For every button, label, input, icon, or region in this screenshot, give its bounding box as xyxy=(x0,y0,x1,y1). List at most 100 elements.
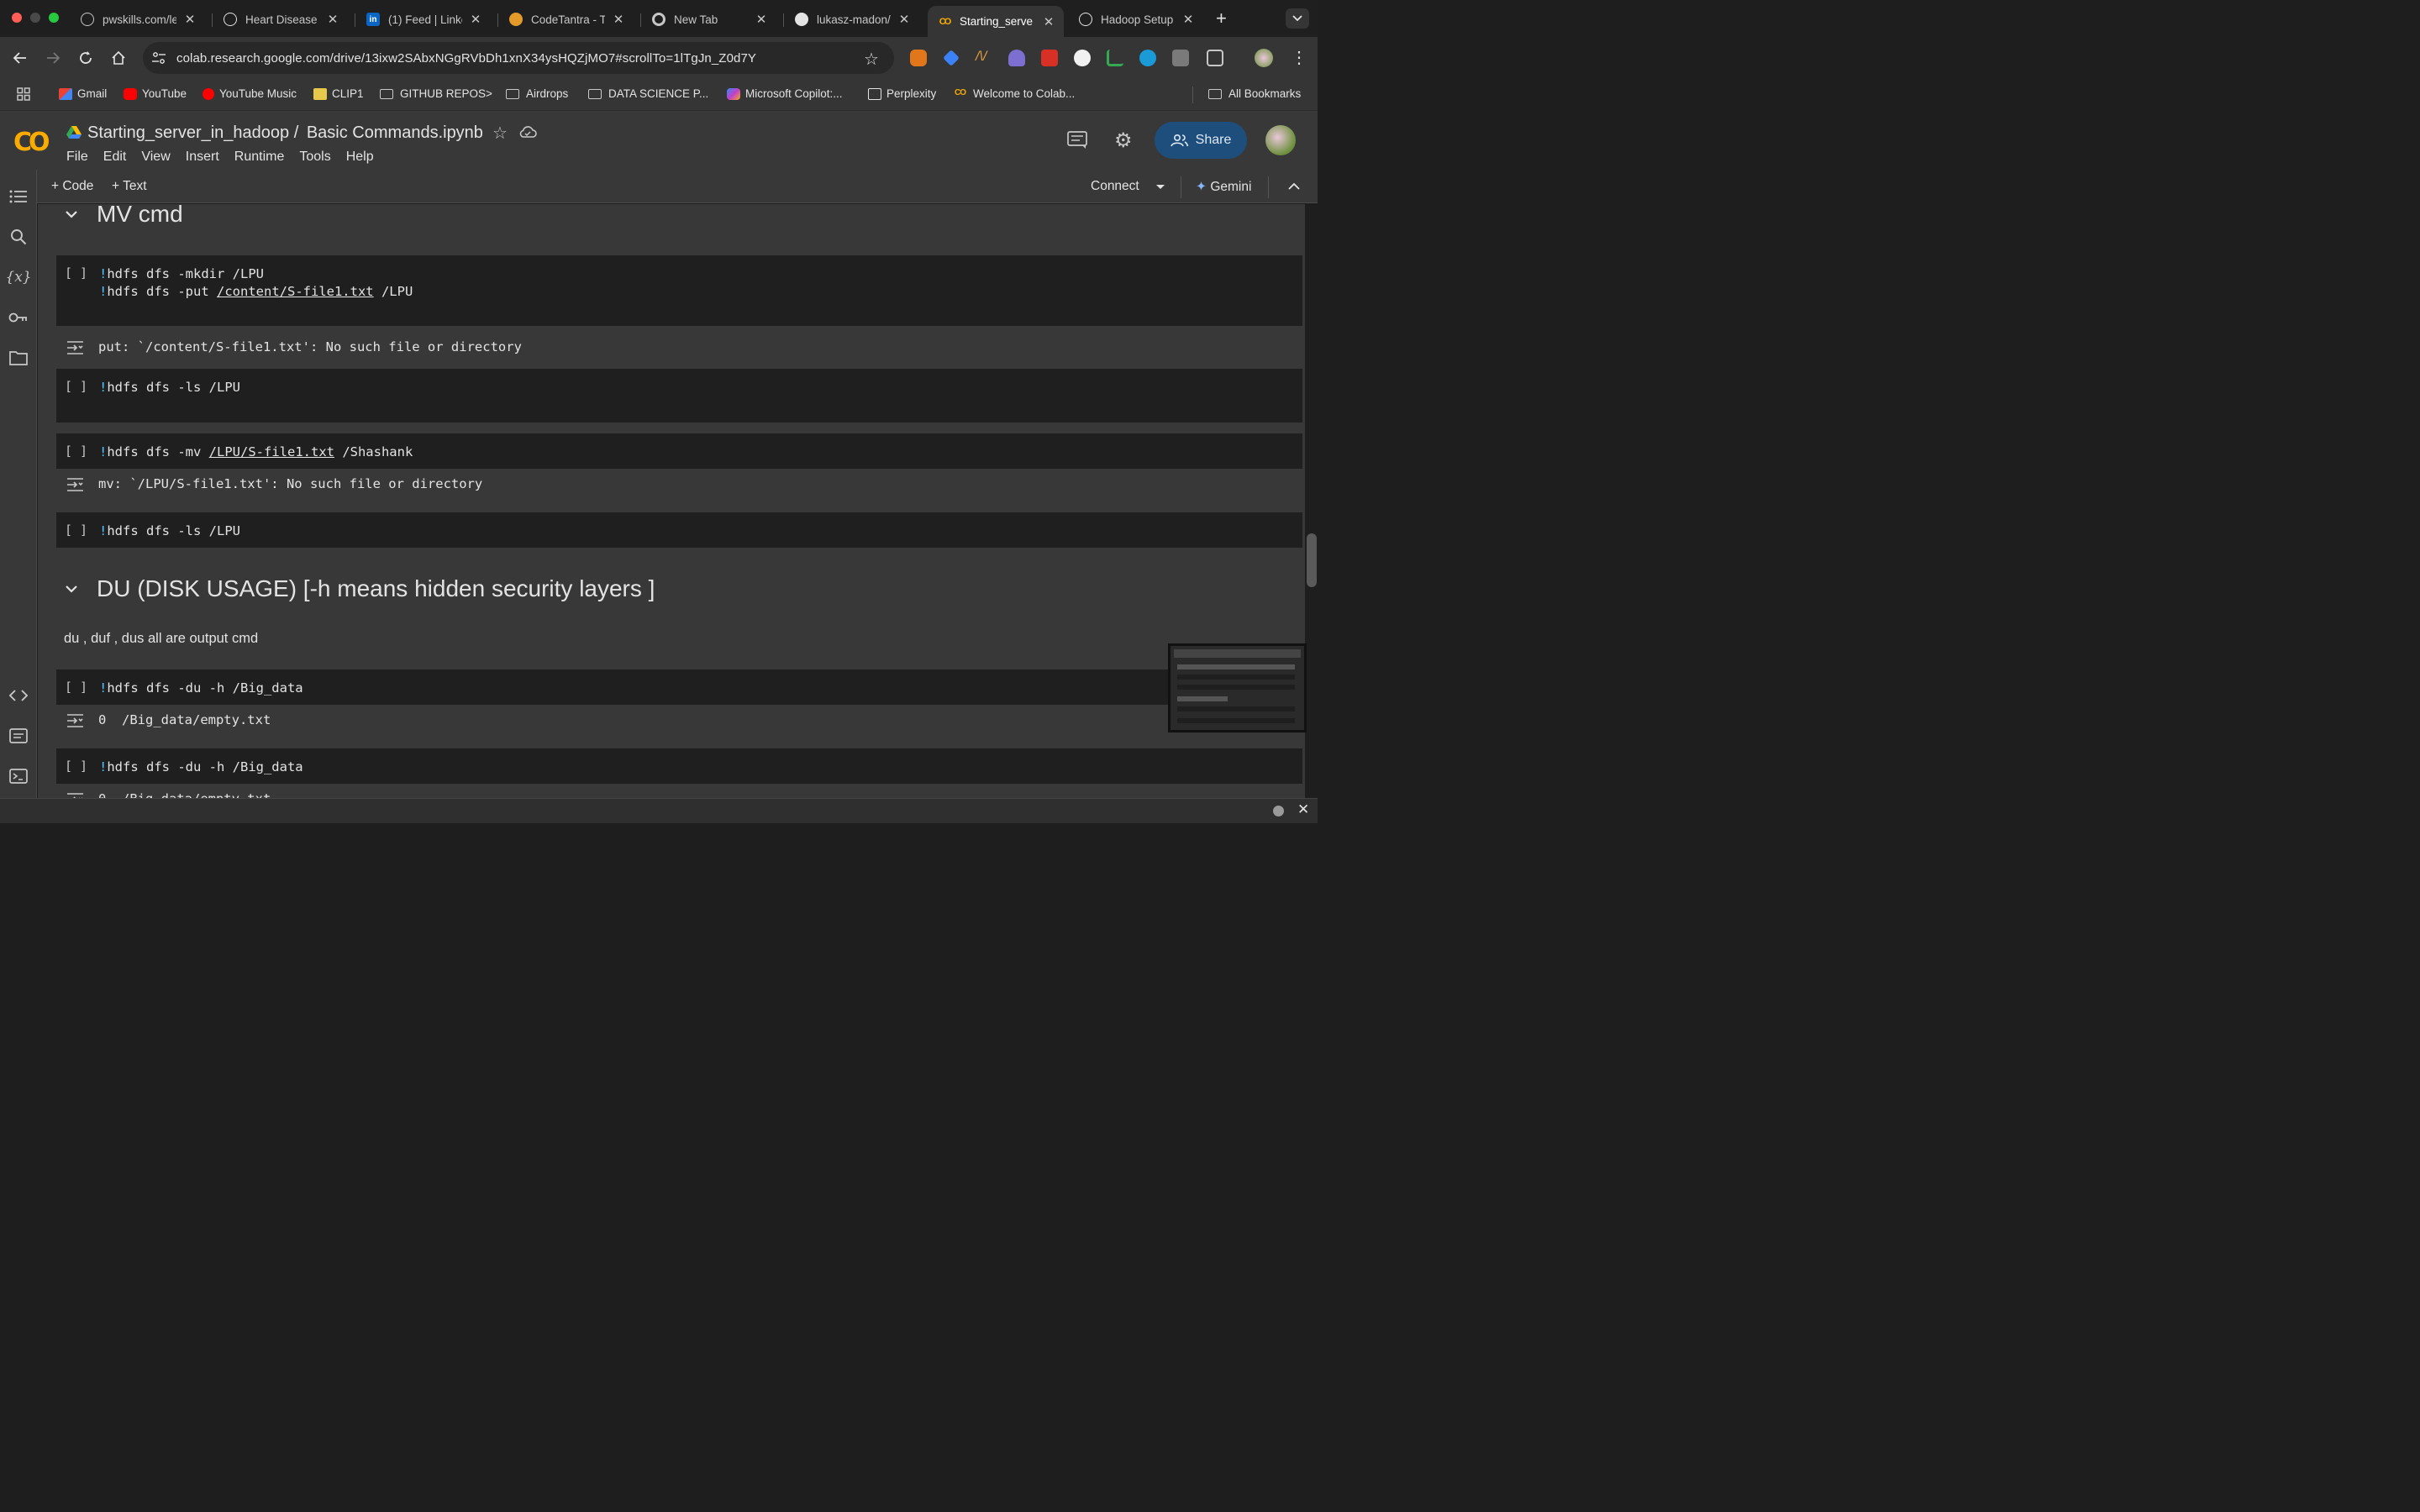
reload-button[interactable] xyxy=(76,48,96,68)
tab-hadoop-setup[interactable]: Hadoop Setup ✕ xyxy=(1069,6,1203,33)
add-text-button[interactable]: + Text xyxy=(112,179,147,194)
menu-help[interactable]: Help xyxy=(346,150,374,165)
add-code-button[interactable]: + Code xyxy=(51,179,93,194)
tab-codetantra[interactable]: CodeTantra - T ✕ xyxy=(499,6,634,33)
bookmark-airdrops[interactable]: Airdrops xyxy=(506,87,568,100)
chevron-down-icon[interactable] xyxy=(63,206,80,223)
extension-s-icon[interactable] xyxy=(1139,50,1156,66)
extension-panda-icon[interactable] xyxy=(1074,50,1091,66)
bookmark-welcome-colab[interactable]: CO Welcome to Colab... xyxy=(955,87,1075,100)
close-tab-icon[interactable]: ✕ xyxy=(612,12,625,27)
code-cell[interactable]: [ ] !hdfs dfs -mkdir /LPU !hdfs dfs -put… xyxy=(56,255,1302,326)
extension-ghost-icon[interactable] xyxy=(1008,50,1025,66)
extension-window-icon[interactable] xyxy=(1172,50,1189,66)
tab-starting-server[interactable]: CO Starting_serve ✕ xyxy=(928,6,1064,37)
code-snippets-icon[interactable] xyxy=(8,685,29,706)
menu-edit[interactable]: Edit xyxy=(103,150,127,165)
screenshot-thumbnail[interactable] xyxy=(1168,643,1307,732)
tab-pwskills[interactable]: pwskills.com/le ✕ xyxy=(71,6,205,33)
puzzle-icon[interactable] xyxy=(1207,50,1223,66)
section-heading-mv[interactable]: MV cmd xyxy=(63,204,183,228)
search-icon[interactable] xyxy=(8,227,29,247)
bookmark-clip1[interactable]: CLIP1 xyxy=(313,87,364,100)
bookmark-copilot[interactable]: Microsoft Copilot:... xyxy=(727,87,843,100)
bookmark-youtube[interactable]: YouTube xyxy=(124,87,187,100)
extension-diamond-icon[interactable] xyxy=(943,50,960,66)
account-avatar[interactable] xyxy=(1265,125,1296,155)
connect-button[interactable]: Connect xyxy=(1091,179,1139,194)
close-window-button[interactable] xyxy=(12,13,22,23)
google-drive-icon[interactable] xyxy=(66,125,82,143)
command-palette-icon[interactable] xyxy=(8,726,29,746)
comment-icon[interactable] xyxy=(1067,131,1087,154)
close-tab-icon[interactable]: ✕ xyxy=(1181,12,1195,27)
site-info-icon[interactable] xyxy=(151,51,166,69)
settings-gear-icon[interactable]: ⚙ xyxy=(1114,129,1133,153)
bookmark-github-repos[interactable]: GITHUB REPOS> xyxy=(380,87,492,100)
home-button[interactable] xyxy=(108,48,129,68)
code-editor[interactable]: !hdfs dfs -du -h /Big_data xyxy=(99,759,303,776)
output-toggle-icon[interactable] xyxy=(66,477,85,492)
bookmark-youtube-music[interactable]: YouTube Music xyxy=(203,87,297,100)
menu-file[interactable]: File xyxy=(66,150,88,165)
notebook-name[interactable]: Basic Commands.ipynb xyxy=(307,123,483,142)
fullscreen-window-button[interactable] xyxy=(49,13,59,23)
tab-github[interactable]: lukasz-madon/ ✕ xyxy=(785,6,919,33)
table-of-contents-icon[interactable] xyxy=(8,186,29,207)
code-cell[interactable]: [ ] !hdfs dfs -ls /LPU xyxy=(56,512,1302,548)
share-button[interactable]: Share xyxy=(1155,122,1247,159)
scrollbar-thumb[interactable] xyxy=(1307,533,1317,587)
tab-heart-disease[interactable]: Heart Disease ✕ xyxy=(213,6,348,33)
code-editor[interactable]: !hdfs dfs -ls /LPU xyxy=(99,379,240,396)
metamask-icon[interactable] xyxy=(910,50,927,66)
section-heading-du[interactable]: DU (DISK USAGE) [-h means hidden securit… xyxy=(63,575,655,602)
run-cell-button[interactable]: [ ] xyxy=(65,379,87,394)
close-tab-icon[interactable]: ✕ xyxy=(1042,14,1055,29)
run-cell-button[interactable]: [ ] xyxy=(65,444,87,459)
output-toggle-icon[interactable] xyxy=(66,792,85,798)
star-icon[interactable]: ☆ xyxy=(492,123,508,144)
collapse-header-icon[interactable] xyxy=(1288,182,1300,190)
run-cell-button[interactable]: [ ] xyxy=(65,680,87,695)
new-tab-button[interactable]: + xyxy=(1216,8,1227,29)
bookmark-perplexity[interactable]: Perplexity xyxy=(868,87,936,100)
close-tab-icon[interactable]: ✕ xyxy=(755,12,768,27)
bookmark-star-icon[interactable]: ☆ xyxy=(864,49,879,70)
back-button[interactable] xyxy=(10,48,30,68)
code-editor[interactable]: !hdfs dfs -ls /LPU xyxy=(99,522,240,540)
tab-linkedin[interactable]: in (1) Feed | Linke ✕ xyxy=(356,6,491,33)
variables-icon[interactable]: {x} xyxy=(5,267,31,287)
connect-dropdown-icon[interactable] xyxy=(1155,184,1165,191)
extension-lock-icon[interactable] xyxy=(1041,50,1058,66)
extension-wave-icon[interactable]: /\/ xyxy=(976,50,992,66)
menu-runtime[interactable]: Runtime xyxy=(234,150,285,165)
output-toggle-icon[interactable] xyxy=(66,340,85,355)
tab-search-button[interactable] xyxy=(1286,8,1309,29)
bookmark-gmail[interactable]: Gmail xyxy=(59,87,107,100)
profile-avatar[interactable] xyxy=(1255,49,1273,67)
output-toggle-icon[interactable] xyxy=(66,713,85,728)
key-icon[interactable] xyxy=(8,307,29,328)
code-cell[interactable]: [ ] !hdfs dfs -du -h /Big_data xyxy=(56,748,1302,784)
run-cell-button[interactable]: [ ] xyxy=(65,522,87,538)
code-cell[interactable]: [ ] !hdfs dfs -du -h /Big_data xyxy=(56,669,1302,705)
code-editor[interactable]: !hdfs dfs -mkdir /LPU !hdfs dfs -put /co… xyxy=(99,265,413,301)
bookmark-data-science[interactable]: DATA SCIENCE P... xyxy=(588,87,708,100)
address-bar[interactable]: colab.research.google.com/drive/13ixw2SA… xyxy=(143,42,894,74)
code-cell[interactable]: [ ] !hdfs dfs -ls /LPU xyxy=(56,369,1302,423)
folder-name[interactable]: Starting_server_in_hadoop / xyxy=(87,123,298,142)
forward-button[interactable] xyxy=(43,48,63,68)
close-tab-icon[interactable]: ✕ xyxy=(326,12,339,27)
gemini-button[interactable]: ✦ Gemini xyxy=(1196,179,1251,195)
menu-tools[interactable]: Tools xyxy=(299,150,330,165)
close-tab-icon[interactable]: ✕ xyxy=(469,12,482,27)
menu-view[interactable]: View xyxy=(141,150,170,165)
close-icon[interactable]: ✕ xyxy=(1297,801,1309,818)
run-cell-button[interactable]: [ ] xyxy=(65,759,87,774)
terminal-icon[interactable] xyxy=(8,766,29,786)
code-editor[interactable]: !hdfs dfs -du -h /Big_data xyxy=(99,680,303,697)
all-bookmarks[interactable]: All Bookmarks xyxy=(1208,87,1301,100)
file-path-link[interactable]: /content/S-file1.txt xyxy=(217,284,374,299)
code-cell[interactable]: [ ] !hdfs dfs -mv /LPU/S-file1.txt /Shas… xyxy=(56,433,1302,469)
close-tab-icon[interactable]: ✕ xyxy=(897,12,911,27)
